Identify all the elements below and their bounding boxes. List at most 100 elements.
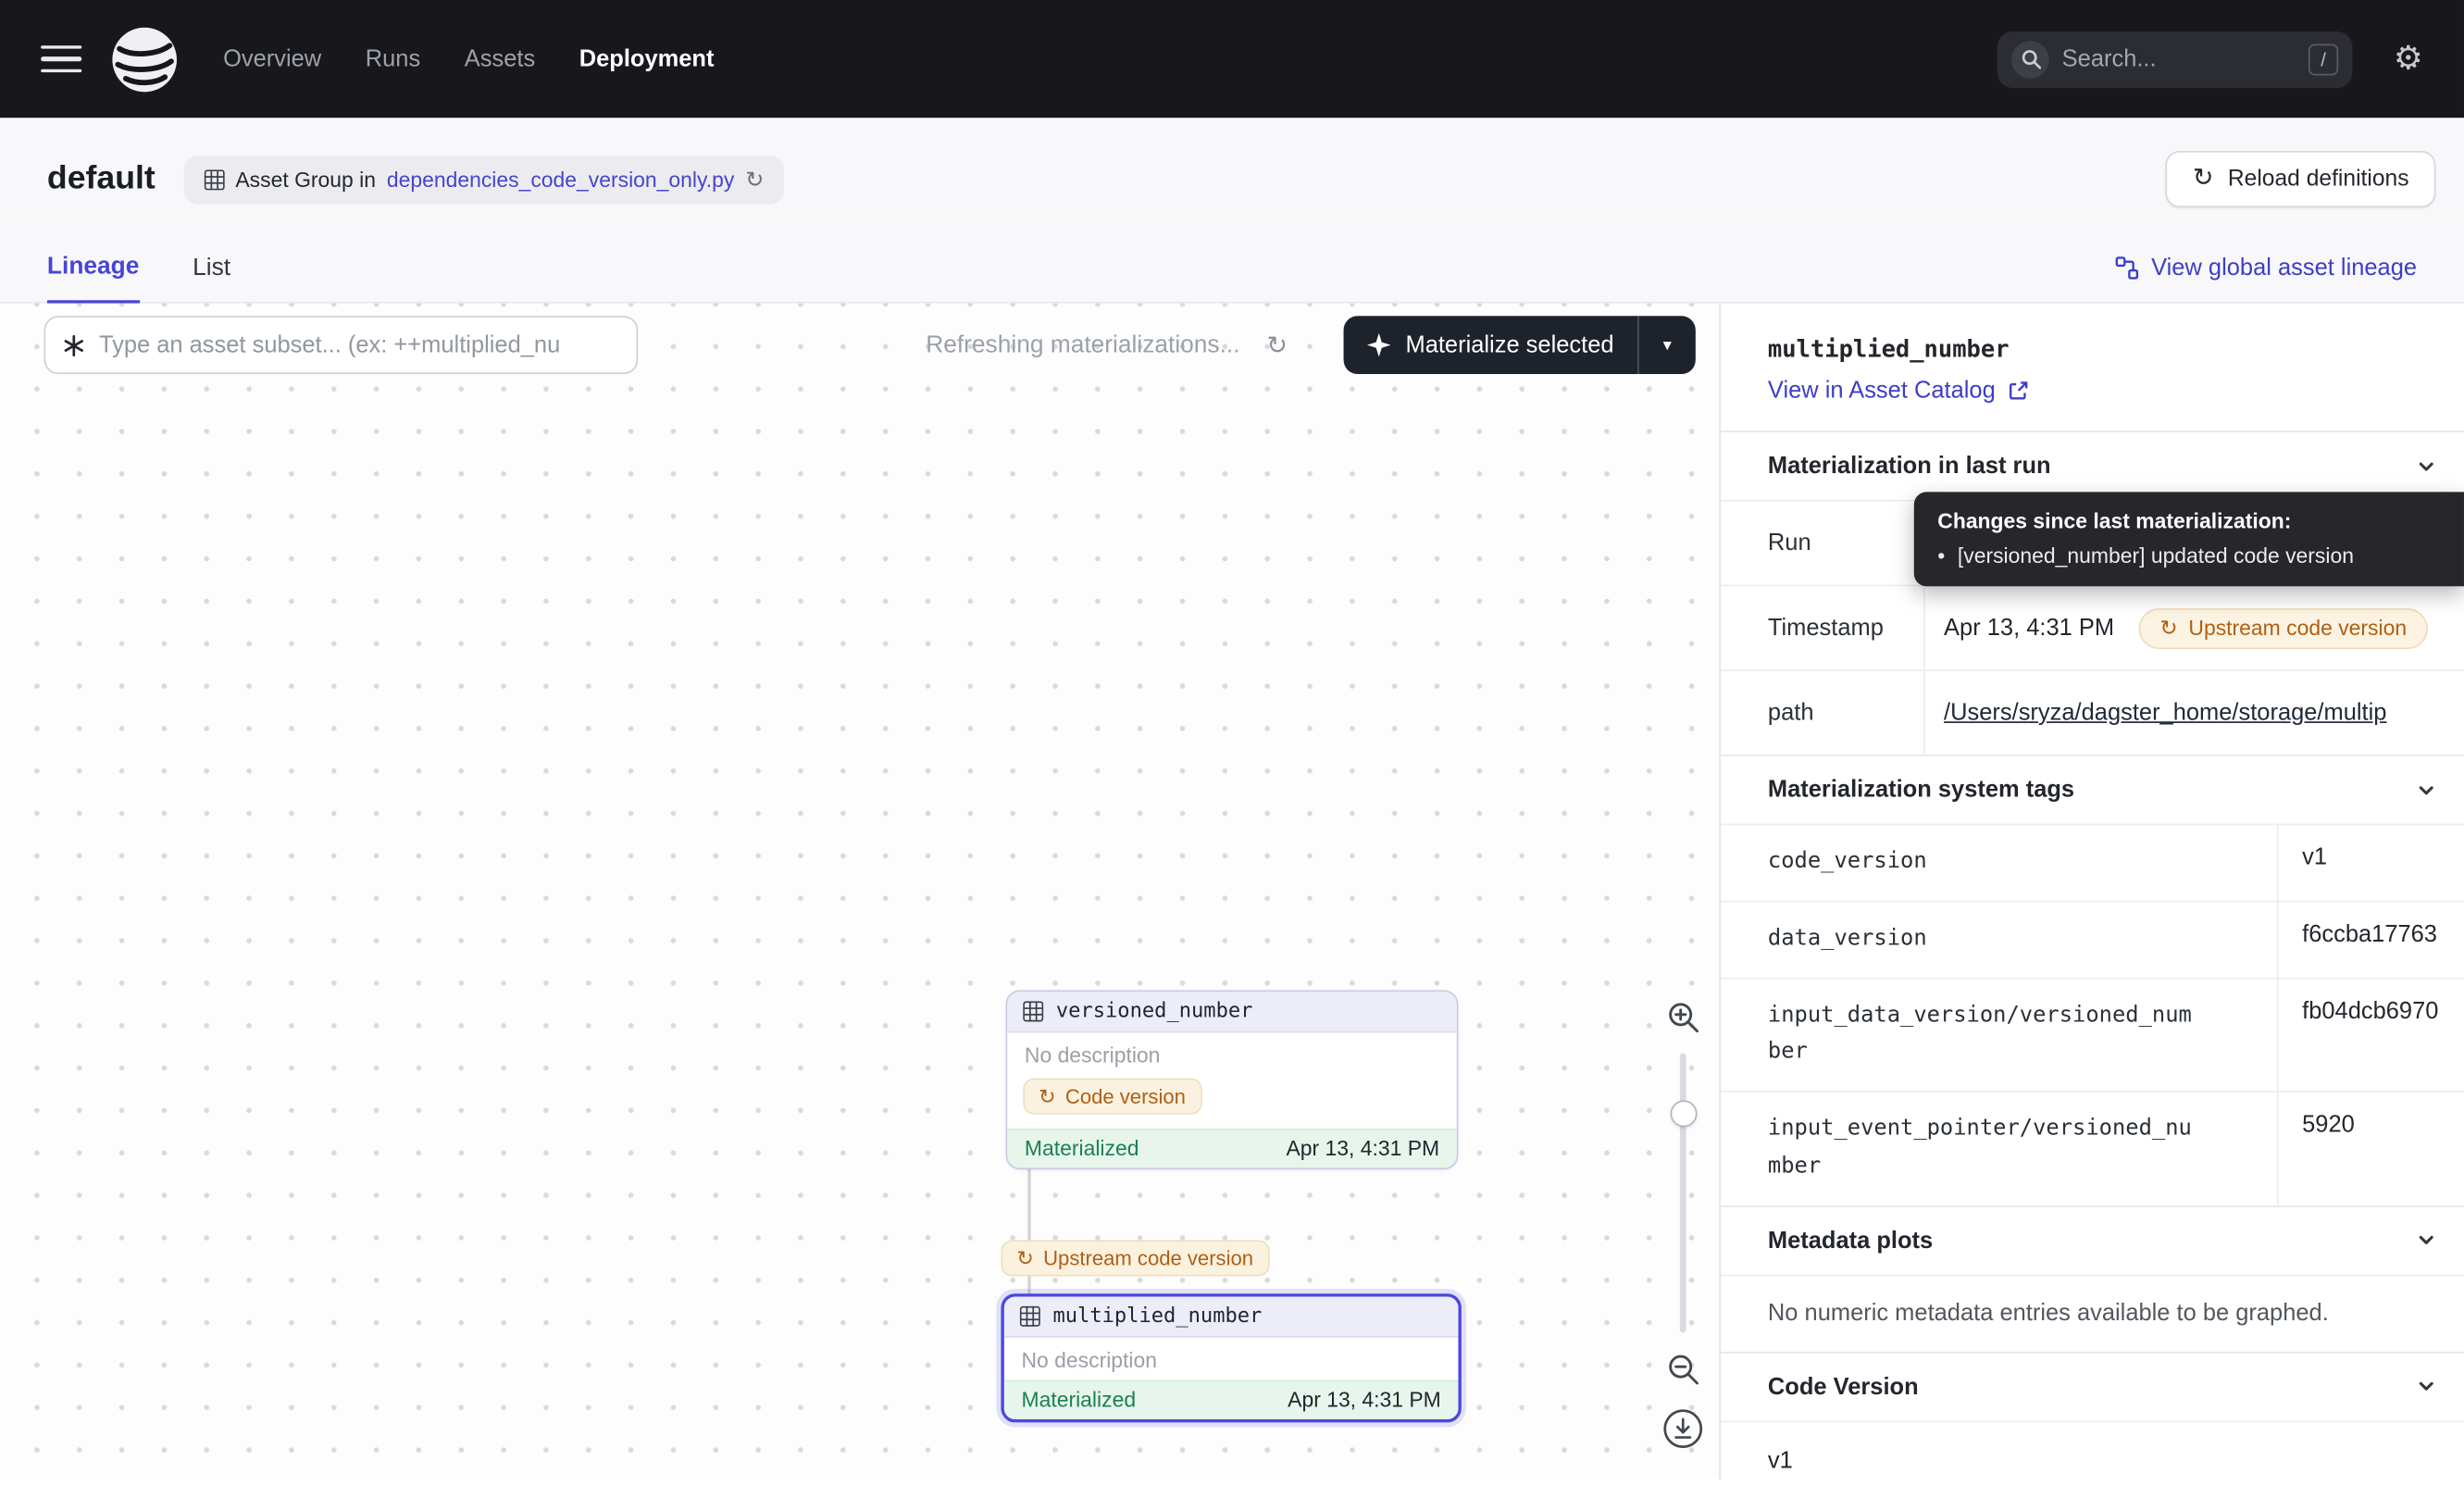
search-input[interactable] bbox=[2062, 45, 2296, 72]
section-code-version[interactable]: Code Version bbox=[1721, 1352, 2464, 1421]
asset-node-description: No description bbox=[1007, 1032, 1457, 1075]
page-title: default bbox=[47, 160, 156, 198]
asset-node-multiplied-number[interactable]: multiplied_number No description Materia… bbox=[1001, 1293, 1461, 1422]
tag-value: f6ccba17763 bbox=[2279, 902, 2464, 977]
settings-gear-icon[interactable]: ⚙ bbox=[2394, 43, 2423, 76]
tag-key: code_version bbox=[1721, 825, 2279, 900]
nav-item-runs[interactable]: Runs bbox=[366, 45, 420, 72]
asset-subset-input[interactable] bbox=[99, 331, 619, 358]
timestamp-label: Timestamp bbox=[1721, 586, 1925, 669]
asset-node-name: versioned_number bbox=[1056, 1000, 1253, 1023]
chevron-down-icon bbox=[2415, 455, 2437, 477]
dagster-logo-icon[interactable] bbox=[110, 24, 180, 94]
page-header: default Asset Group in dependencies_code… bbox=[0, 118, 2464, 212]
code-version-badge-label: Code version bbox=[1065, 1084, 1186, 1107]
code-version-icon: ↻ bbox=[2159, 616, 2177, 641]
asset-node-versioned-number[interactable]: versioned_number No description ↻ Code v… bbox=[1006, 991, 1459, 1170]
search-icon bbox=[2011, 40, 2049, 78]
tag-value: fb04dcb6970 bbox=[2279, 979, 2464, 1092]
tooltip-title: Changes since last materialization: bbox=[1937, 509, 2440, 532]
reload-group-icon[interactable]: ↻ bbox=[745, 169, 764, 191]
materialize-dropdown-caret[interactable]: ▾ bbox=[1639, 316, 1696, 374]
section-materialization-last-run[interactable]: Materialization in last run bbox=[1721, 431, 2464, 500]
tag-row-input-data-version: input_data_version/versioned_number fb04… bbox=[1721, 977, 2464, 1091]
tag-row-code-version: code_version v1 bbox=[1721, 824, 2464, 901]
bullet-icon: • bbox=[1937, 543, 1945, 567]
view-in-asset-catalog-label: View in Asset Catalog bbox=[1768, 377, 1996, 404]
section-system-tags[interactable]: Materialization system tags bbox=[1721, 755, 2464, 824]
tab-lineage[interactable]: Lineage bbox=[47, 253, 139, 303]
zoom-controls bbox=[1655, 1000, 1711, 1450]
tooltip-item: [versioned_number] updated code version bbox=[1958, 543, 2354, 567]
edge-upstream-code-version-badge: ↻ Upstream code version bbox=[1001, 1240, 1269, 1276]
asset-group-file-link[interactable]: dependencies_code_version_only.py bbox=[387, 168, 734, 191]
tag-key: input_event_pointer/versioned_number bbox=[1721, 1092, 2279, 1205]
zoom-in-icon[interactable] bbox=[1666, 1000, 1700, 1034]
tag-key: input_data_version/versioned_number bbox=[1721, 979, 2279, 1092]
path-label: path bbox=[1721, 671, 1925, 755]
zoom-slider-track bbox=[1680, 1053, 1686, 1332]
asset-lineage-graph[interactable]: Refreshing materializations... ↻ Materia… bbox=[0, 304, 1721, 1479]
path-link[interactable]: /Users/sryza/dagster_home/storage/multip bbox=[1944, 699, 2386, 726]
asset-node-description: No description bbox=[1004, 1338, 1459, 1380]
reload-definitions-button[interactable]: ↻ Reload definitions bbox=[2166, 151, 2435, 207]
materialize-selected-button[interactable]: Materialize selected ▾ bbox=[1344, 316, 1696, 374]
section-heading: Materialization in last run bbox=[1768, 453, 2051, 480]
tabs-row: Lineage List View global asset lineage bbox=[0, 212, 2464, 303]
selected-asset-title: multiplied_number bbox=[1721, 304, 2464, 364]
materialized-status: Materialized bbox=[1022, 1388, 1137, 1411]
op-selector-icon bbox=[63, 334, 85, 356]
app-window: Overview Runs Assets Deployment / ⚙ defa… bbox=[0, 0, 2464, 1498]
code-version-value: v1 bbox=[1721, 1420, 2464, 1479]
upstream-code-version-label: Upstream code version bbox=[2188, 616, 2407, 639]
asset-details-panel: multiplied_number View in Asset Catalog … bbox=[1721, 304, 2464, 1479]
chevron-down-icon bbox=[2415, 779, 2437, 801]
zoom-slider-handle[interactable] bbox=[1670, 1100, 1697, 1127]
materialize-selected-label: Materialize selected bbox=[1405, 331, 1613, 358]
chevron-down-icon bbox=[2415, 1376, 2437, 1398]
view-global-lineage-link[interactable]: View global asset lineage bbox=[2115, 255, 2417, 302]
code-version-icon: ↻ bbox=[1039, 1086, 1056, 1106]
asset-table-icon bbox=[1023, 1001, 1043, 1021]
zoom-slider[interactable] bbox=[1655, 1053, 1711, 1332]
section-heading: Code Version bbox=[1768, 1373, 1919, 1400]
run-label: Run bbox=[1721, 502, 1925, 585]
nav-links: Overview Runs Assets Deployment bbox=[223, 45, 714, 72]
asset-table-icon bbox=[1020, 1306, 1040, 1327]
tag-row-input-event-pointer: input_event_pointer/versioned_number 592… bbox=[1721, 1092, 2464, 1205]
asset-node-status-bar: Materialized Apr 13, 4:31 PM bbox=[1007, 1129, 1457, 1167]
asset-group-prefix: Asset Group in bbox=[235, 168, 376, 191]
tag-row-data-version: data_version f6ccba17763 bbox=[1721, 900, 2464, 977]
materialized-timestamp: Apr 13, 4:31 PM bbox=[1288, 1388, 1441, 1411]
tag-value: 5920 bbox=[2279, 1092, 2464, 1205]
code-version-icon: ↻ bbox=[1016, 1248, 1034, 1268]
menu-icon[interactable] bbox=[41, 45, 81, 73]
zoom-out-icon[interactable] bbox=[1666, 1352, 1700, 1386]
tab-list[interactable]: List bbox=[193, 255, 230, 302]
edge-badge-label: Upstream code version bbox=[1043, 1246, 1253, 1269]
changes-tooltip: Changes since last materialization: • [v… bbox=[1914, 492, 2464, 586]
code-version-badge: ↻ Code version bbox=[1023, 1079, 1201, 1115]
nav-item-overview[interactable]: Overview bbox=[223, 45, 321, 72]
refresh-materializations-icon[interactable]: ↻ bbox=[1266, 330, 1288, 361]
reload-icon: ↻ bbox=[2193, 167, 2214, 192]
caret-down-icon: ▾ bbox=[1663, 335, 1672, 356]
view-global-lineage-label: View global asset lineage bbox=[2151, 255, 2417, 281]
global-search[interactable]: / bbox=[1997, 31, 2353, 87]
download-graph-icon[interactable] bbox=[1662, 1408, 1703, 1449]
view-in-asset-catalog-link[interactable]: View in Asset Catalog bbox=[1721, 363, 2464, 431]
nav-item-deployment[interactable]: Deployment bbox=[579, 45, 715, 72]
asset-node-status-bar: Materialized Apr 13, 4:31 PM bbox=[1004, 1380, 1459, 1419]
materialized-timestamp: Apr 13, 4:31 PM bbox=[1286, 1136, 1439, 1159]
timestamp-row: Timestamp Apr 13, 4:31 PM ↻ Upstream cod… bbox=[1721, 585, 2464, 670]
lineage-edge bbox=[1027, 1167, 1030, 1299]
section-metadata-plots[interactable]: Metadata plots bbox=[1721, 1205, 2464, 1275]
tag-key: data_version bbox=[1721, 902, 2279, 977]
asset-subset-filter[interactable] bbox=[44, 316, 639, 374]
reload-definitions-label: Reload definitions bbox=[2228, 167, 2409, 192]
nav-item-assets[interactable]: Assets bbox=[465, 45, 535, 72]
asset-group-icon bbox=[204, 169, 224, 190]
timestamp-value: Apr 13, 4:31 PM bbox=[1944, 615, 2114, 642]
asset-node-header: multiplied_number bbox=[1004, 1297, 1459, 1338]
external-link-icon bbox=[2008, 381, 2028, 401]
